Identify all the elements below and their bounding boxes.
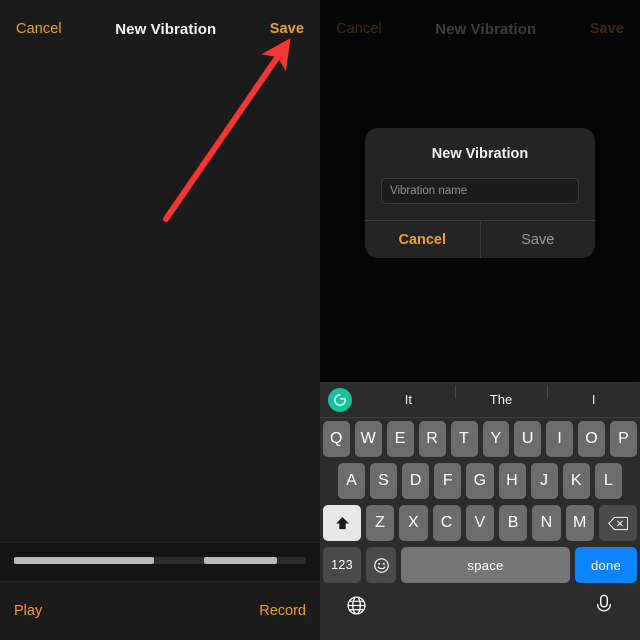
vibration-timeline[interactable]: [0, 542, 320, 582]
suggestion-item[interactable]: The: [454, 385, 548, 407]
key-f[interactable]: F: [434, 463, 462, 499]
key-v[interactable]: V: [465, 505, 495, 541]
play-button[interactable]: Play: [14, 603, 42, 619]
key-t[interactable]: T: [450, 421, 478, 457]
record-button[interactable]: Record: [259, 603, 306, 619]
key-z[interactable]: Z: [366, 505, 395, 541]
keyboard-row-4: 123 space done: [320, 544, 640, 586]
key-u[interactable]: U: [514, 421, 542, 457]
save-button[interactable]: Save: [270, 21, 304, 37]
key-s[interactable]: S: [370, 463, 398, 499]
screenshot-root: Cancel New Vibration Save Play Record Ne…: [0, 0, 640, 640]
space-key[interactable]: space: [401, 547, 570, 583]
key-a[interactable]: A: [338, 463, 366, 499]
key-h[interactable]: H: [498, 463, 526, 499]
key-j[interactable]: J: [530, 463, 558, 499]
page-title: New Vibration: [115, 20, 217, 38]
key-w[interactable]: W: [354, 421, 382, 457]
key-l[interactable]: L: [594, 463, 622, 499]
key-o[interactable]: O: [578, 421, 606, 457]
shift-arrow-icon[interactable]: [323, 505, 362, 541]
key-p[interactable]: P: [610, 421, 638, 457]
timeline-segment: [14, 557, 155, 564]
suggestion-item[interactable]: It: [362, 392, 455, 407]
emoji-face-icon[interactable]: [366, 547, 396, 583]
key-g[interactable]: G: [466, 463, 494, 499]
key-q[interactable]: Q: [322, 421, 350, 457]
on-screen-keyboard: It The I Q W E R T Y U I O P A S D F G H…: [320, 382, 640, 640]
backspace-icon[interactable]: [598, 505, 637, 541]
key-b[interactable]: B: [499, 505, 528, 541]
key-r[interactable]: R: [418, 421, 446, 457]
new-vibration-dialog: New Vibration Cancel Save: [365, 128, 595, 258]
done-key[interactable]: done: [575, 547, 637, 583]
cancel-button[interactable]: Cancel: [16, 21, 62, 37]
key-y[interactable]: Y: [482, 421, 510, 457]
key-c[interactable]: C: [432, 505, 461, 541]
numbers-key[interactable]: 123: [323, 547, 361, 583]
key-k[interactable]: K: [562, 463, 590, 499]
key-x[interactable]: X: [399, 505, 428, 541]
keyboard-row-2: A S D F G H J K L: [320, 460, 640, 502]
timeline-segment: [203, 557, 277, 564]
microphone-icon[interactable]: [594, 594, 614, 616]
dialog-save-button[interactable]: Save: [481, 221, 596, 258]
keyboard-utility-row: [320, 586, 640, 624]
globe-icon[interactable]: [346, 595, 367, 616]
predictive-suggestion-bar: It The I: [320, 382, 640, 418]
key-i[interactable]: I: [546, 421, 574, 457]
dialog-title: New Vibration: [431, 146, 529, 162]
grammarly-g-icon[interactable]: [328, 387, 352, 412]
right-phone-screen: Cancel New Vibration Save New Vibration …: [320, 0, 640, 640]
dialog-actions: Cancel Save: [365, 220, 595, 258]
dialog-body: New Vibration: [365, 128, 595, 220]
keyboard-row-3: Z X C V B N M: [320, 502, 640, 544]
dialog-cancel-button[interactable]: Cancel: [365, 221, 481, 258]
timeline-track[interactable]: [14, 557, 306, 564]
key-d[interactable]: D: [402, 463, 430, 499]
key-e[interactable]: E: [386, 421, 414, 457]
suggestion-item[interactable]: I: [547, 385, 640, 407]
left-phone-screen: Cancel New Vibration Save Play Record: [0, 0, 320, 640]
key-m[interactable]: M: [565, 505, 594, 541]
key-n[interactable]: N: [532, 505, 561, 541]
left-navigation-bar: Cancel New Vibration Save: [0, 0, 320, 58]
keyboard-row-1: Q W E R T Y U I O P: [320, 418, 640, 460]
vibration-name-input[interactable]: [381, 178, 579, 204]
left-bottom-toolbar: Play Record: [0, 582, 320, 640]
